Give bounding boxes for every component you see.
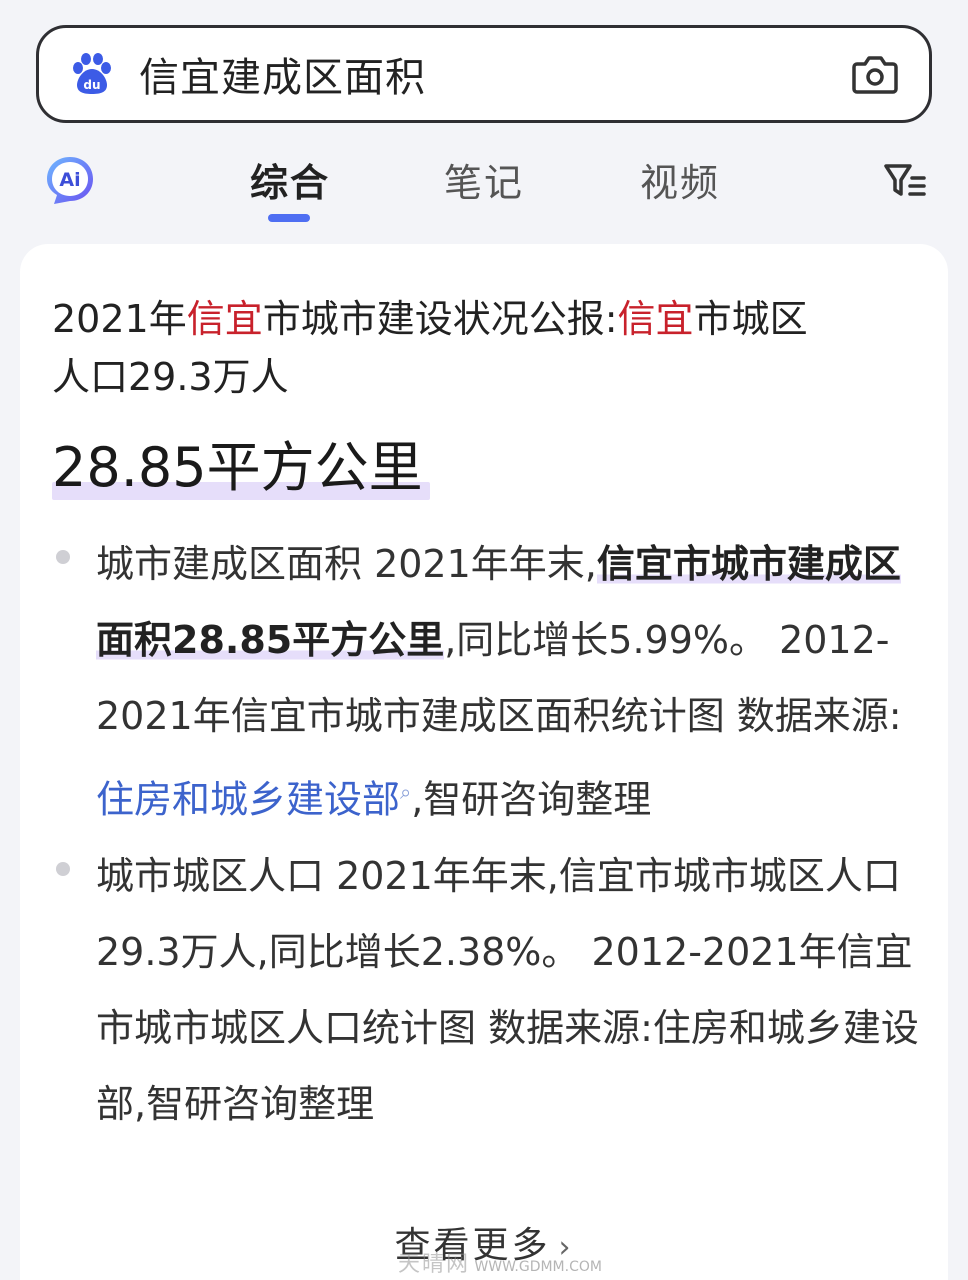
title-part: 2021年: [52, 297, 187, 341]
title-part: 市城区: [693, 297, 808, 341]
baidu-logo-icon[interactable]: du: [69, 51, 115, 97]
tab-comprehensive[interactable]: 综合: [250, 152, 330, 207]
bullet-dot: [56, 550, 70, 564]
result-card[interactable]: 2021年信宜市城市建设状况公报:信宜市城区 人口29.3万人 28.85平方公里…: [20, 244, 948, 1280]
filter-icon[interactable]: [880, 156, 930, 206]
title-part: 市城市建设状况公报:: [262, 297, 618, 341]
camera-button[interactable]: [849, 48, 901, 100]
list-item: 城市城区人口 2021年年末,信宜市城市城区人口29.3万人,同比增长2.38%…: [20, 838, 948, 1142]
answer-value: 28.85平方公里: [52, 436, 423, 499]
result-title-link[interactable]: 2021年信宜市城市建设状况公报:信宜市城区 人口29.3万人: [52, 290, 922, 406]
search-mini-icon[interactable]: ⌕: [400, 780, 411, 804]
tab-bar: Ai 综合 笔记 视频: [0, 140, 968, 230]
watermark: 天晴网 WWW.GDMM.COM: [398, 1246, 602, 1277]
bullet-text: 城市城区人口 2021年年末,信宜市城市城区人口29.3万人,同比增长2.38%…: [96, 853, 919, 1126]
list-item: 城市建成区面积 2021年年末,信宜市城市建成区面积28.85平方公里,同比增长…: [20, 526, 948, 838]
answer-bullets: 城市建成区面积 2021年年末,信宜市城市建成区面积28.85平方公里,同比增长…: [20, 526, 948, 1142]
active-tab-indicator: [268, 214, 310, 222]
watermark-url: WWW.GDMM.COM: [474, 1259, 602, 1275]
title-keyword-highlight: 信宜: [617, 297, 694, 341]
search-input[interactable]: 信宜建成区面积: [139, 45, 849, 103]
search-bar[interactable]: du 信宜建成区面积: [36, 25, 932, 123]
camera-icon: [852, 56, 898, 94]
ai-assistant-icon[interactable]: Ai: [44, 154, 96, 206]
bullet-text: 城市建成区面积 2021年年末,信宜市城市建成区面积28.85平方公里,同比增长…: [96, 526, 926, 838]
bullet-lead-text: 城市建成区面积 2021年年末,: [96, 542, 597, 586]
bullet-dot: [56, 861, 70, 876]
search-results-page: du 信宜建成区面积 Ai 综合 笔记 视频 2021年信宜市城市建设状况公报:…: [0, 0, 968, 1280]
svg-text:Ai: Ai: [59, 169, 80, 191]
svg-text:du: du: [83, 78, 100, 92]
title-keyword-highlight: 信宜: [186, 297, 263, 341]
tab-notes[interactable]: 笔记: [444, 152, 524, 207]
title-part: 人口29.3万人: [52, 355, 289, 399]
bullet-tail-text: ,智研咨询整理: [411, 777, 652, 822]
source-link[interactable]: 住房和城乡建设部: [96, 778, 400, 822]
watermark-name: 天晴网: [398, 1252, 471, 1277]
tab-video[interactable]: 视频: [640, 152, 720, 207]
